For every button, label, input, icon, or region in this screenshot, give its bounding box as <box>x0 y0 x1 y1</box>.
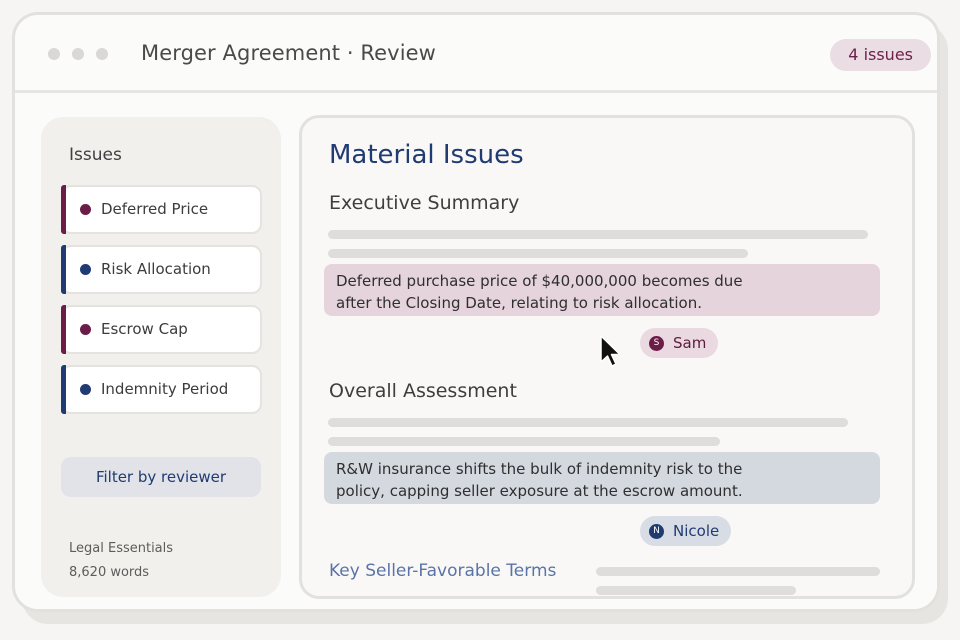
avatar: S <box>649 335 664 351</box>
window-title: Merger Agreement · Review <box>141 41 436 65</box>
window-maximize-dot-icon[interactable] <box>96 48 108 60</box>
panel-title: Material Issues <box>329 140 524 170</box>
document-category: Legal Essentials <box>69 541 174 556</box>
document-word-count: 8,620 words <box>69 565 150 580</box>
issue-item-deferred-price[interactable]: Deferred Price <box>61 185 262 234</box>
text-placeholder-line <box>328 437 720 446</box>
reviewer-name: Sam <box>673 334 707 352</box>
filter-by-reviewer-button[interactable]: Filter by reviewer <box>61 457 261 497</box>
issue-accent-bar <box>61 305 66 354</box>
highlight-text-line: policy, capping seller exposure at the e… <box>336 482 743 500</box>
reviewer-chip-sam[interactable]: S Sam <box>640 328 719 358</box>
window-minimize-dot-icon[interactable] <box>72 48 84 60</box>
issue-item-label: Escrow Cap <box>101 320 188 338</box>
issue-item-risk-allocation[interactable]: Risk Allocation <box>61 245 262 294</box>
issue-item-escrow-cap[interactable]: Escrow Cap <box>61 305 262 354</box>
issues-sidebar: Issues Deferred Price Risk Allocation Es… <box>41 117 281 597</box>
highlight-text-line: after the Closing Date, relating to risk… <box>336 294 702 312</box>
text-placeholder-line <box>596 586 796 595</box>
issue-item-indemnity-period[interactable]: Indemnity Period <box>61 365 262 414</box>
highlighted-passage-deferred-price[interactable]: Deferred purchase price of $40,000,000 b… <box>324 264 880 316</box>
avatar: N <box>649 523 664 539</box>
section-heading-executive-summary: Executive Summary <box>329 192 520 214</box>
issue-accent-bar <box>61 245 66 294</box>
sidebar-heading: Issues <box>69 145 122 165</box>
app-window: Merger Agreement · Review 4 issues Issue… <box>12 12 940 612</box>
issue-dot-icon <box>80 384 91 395</box>
section-heading-overall-assessment: Overall Assessment <box>329 380 517 402</box>
issue-dot-icon <box>80 324 91 335</box>
issue-item-label: Indemnity Period <box>101 380 229 398</box>
text-placeholder-line <box>328 230 868 239</box>
key-seller-favorable-terms-link[interactable]: Key Seller-Favorable Terms <box>329 561 556 581</box>
window-close-dot-icon[interactable] <box>48 48 60 60</box>
text-placeholder-line <box>328 249 748 258</box>
title-bar: Merger Agreement · Review 4 issues <box>15 15 937 93</box>
issue-item-label: Deferred Price <box>101 200 209 218</box>
issue-dot-icon <box>80 264 91 275</box>
mouse-pointer-icon <box>600 335 621 367</box>
reviewer-name: Nicole <box>673 522 720 540</box>
reviewer-chip-nicole[interactable]: N Nicole <box>640 516 732 546</box>
highlight-text-line: R&W insurance shifts the bulk of indemni… <box>336 460 743 478</box>
issue-dot-icon <box>80 204 91 215</box>
text-placeholder-line <box>596 567 880 576</box>
highlight-text-line: Deferred purchase price of $40,000,000 b… <box>336 272 743 290</box>
highlighted-passage-risk-allocation[interactable]: R&W insurance shifts the bulk of indemni… <box>324 452 880 504</box>
issue-accent-bar <box>61 185 66 234</box>
text-placeholder-line <box>328 418 848 427</box>
issues-count-badge[interactable]: 4 issues <box>830 39 931 71</box>
issue-accent-bar <box>61 365 66 414</box>
issue-item-label: Risk Allocation <box>101 260 211 278</box>
